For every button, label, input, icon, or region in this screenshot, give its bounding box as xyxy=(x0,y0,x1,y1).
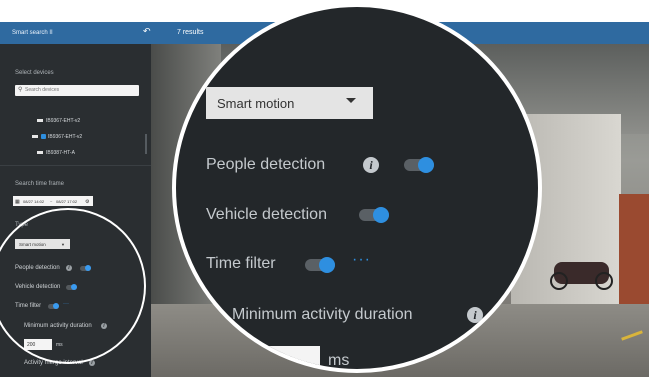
vehicle-detection-row: Vehicle detection xyxy=(15,284,60,290)
date-range-picker[interactable]: ▦ 08/27 14:02 ~ 08/27 17:02 ⚙ xyxy=(13,196,93,206)
device-search-input[interactable] xyxy=(25,86,135,94)
camera-icon xyxy=(37,119,43,123)
zoom-time-filter-label: Time filter xyxy=(206,255,276,272)
zoom-min-duration-input xyxy=(256,346,320,369)
info-icon[interactable]: i xyxy=(101,323,107,329)
zoom-vehicle-detection-label: Vehicle detection xyxy=(206,206,327,223)
min-duration-row: Minimum activity duration xyxy=(24,323,92,329)
device-item[interactable]: IB9387-HT-A xyxy=(37,150,75,156)
date-to: 08/27 17:02 xyxy=(56,199,78,204)
results-count: 7 results xyxy=(177,29,204,36)
app-title: Smart search II xyxy=(12,30,53,36)
type-dropdown-value: Smart motion xyxy=(19,242,46,247)
search-icon: ⚲ xyxy=(18,87,23,93)
people-detection-toggle[interactable] xyxy=(80,265,91,271)
merge-interval-label: Activity merge interval xyxy=(24,360,83,366)
type-dropdown[interactable]: Smart motion ▼ xyxy=(15,239,70,249)
chevron-down-icon xyxy=(346,98,356,103)
motorcycle-image xyxy=(550,262,613,290)
more-options-icon[interactable]: ··· xyxy=(63,301,69,307)
zoom-type-value: Smart motion xyxy=(217,96,295,111)
device-item[interactable]: IB9367-EHT-v2 xyxy=(32,134,82,140)
info-icon[interactable]: i xyxy=(89,360,95,366)
zoom-vehicle-toggle xyxy=(359,207,389,223)
time-filter-label: Time filter xyxy=(15,303,42,309)
zoom-people-toggle xyxy=(404,157,434,173)
date-from: 08/27 14:02 xyxy=(23,199,45,204)
zoom-type-dropdown: Smart motion xyxy=(206,87,373,119)
merge-interval-row: Activity merge interval xyxy=(24,360,83,366)
device-name: IB9367-EHT-v2 xyxy=(46,118,81,124)
settings-gear-icon[interactable]: ⚙ xyxy=(85,199,89,205)
checkbox-checked-icon[interactable] xyxy=(41,134,46,140)
back-arrow-icon[interactable]: ↶ xyxy=(143,26,151,37)
camera-icon xyxy=(32,135,38,139)
ms-unit-label: ms xyxy=(56,342,63,348)
zoom-time-filter-toggle xyxy=(305,257,335,273)
time-filter-row: Time filter xyxy=(15,303,41,309)
magnifier-callout: Smart motion People detection i Vehicle … xyxy=(172,3,542,373)
type-label: Type xyxy=(15,222,29,228)
camera-icon xyxy=(37,151,43,155)
device-search[interactable]: ⚲ xyxy=(15,85,139,96)
chevron-down-icon: ▼ xyxy=(61,242,65,247)
people-detection-row: People detection xyxy=(15,265,60,271)
people-detection-label: People detection xyxy=(15,265,60,271)
date-separator: ~ xyxy=(50,199,53,204)
smart-search-app: Smart search II ↶ 7 results Select devic… xyxy=(0,0,649,377)
calendar-icon: ▦ xyxy=(15,199,20,205)
info-icon: i xyxy=(363,157,379,173)
select-devices-label: Select devices xyxy=(15,70,54,76)
time-frame-label: Search time frame xyxy=(15,181,65,187)
divider xyxy=(0,165,151,166)
info-icon[interactable]: i xyxy=(66,265,72,271)
info-icon: i xyxy=(467,307,483,323)
sidebar-header: Smart search II ↶ xyxy=(0,22,151,44)
search-sidebar: Select devices ⚲ IB9367-EHT-v2 IB9367-EH… xyxy=(0,44,151,377)
device-name: IB9387-HT-A xyxy=(46,150,75,156)
device-list-scrollbar[interactable] xyxy=(145,134,147,154)
device-item[interactable]: IB9367-EHT-v2 xyxy=(37,118,80,124)
more-options-icon: ··· xyxy=(352,251,371,268)
zoom-ms-label: ms xyxy=(328,352,350,369)
zoom-people-detection-label: People detection xyxy=(206,156,326,173)
min-duration-value: 200 xyxy=(27,342,36,348)
zoom-min-duration-label: Minimum activity duration xyxy=(232,306,413,323)
vehicle-detection-label: Vehicle detection xyxy=(15,284,61,290)
time-filter-toggle[interactable] xyxy=(48,303,59,309)
min-duration-input[interactable]: 200 xyxy=(24,339,52,350)
device-name: IB9367-EHT-v2 xyxy=(48,134,83,140)
vehicle-detection-toggle[interactable] xyxy=(66,284,77,290)
min-duration-label: Minimum activity duration xyxy=(24,323,92,329)
